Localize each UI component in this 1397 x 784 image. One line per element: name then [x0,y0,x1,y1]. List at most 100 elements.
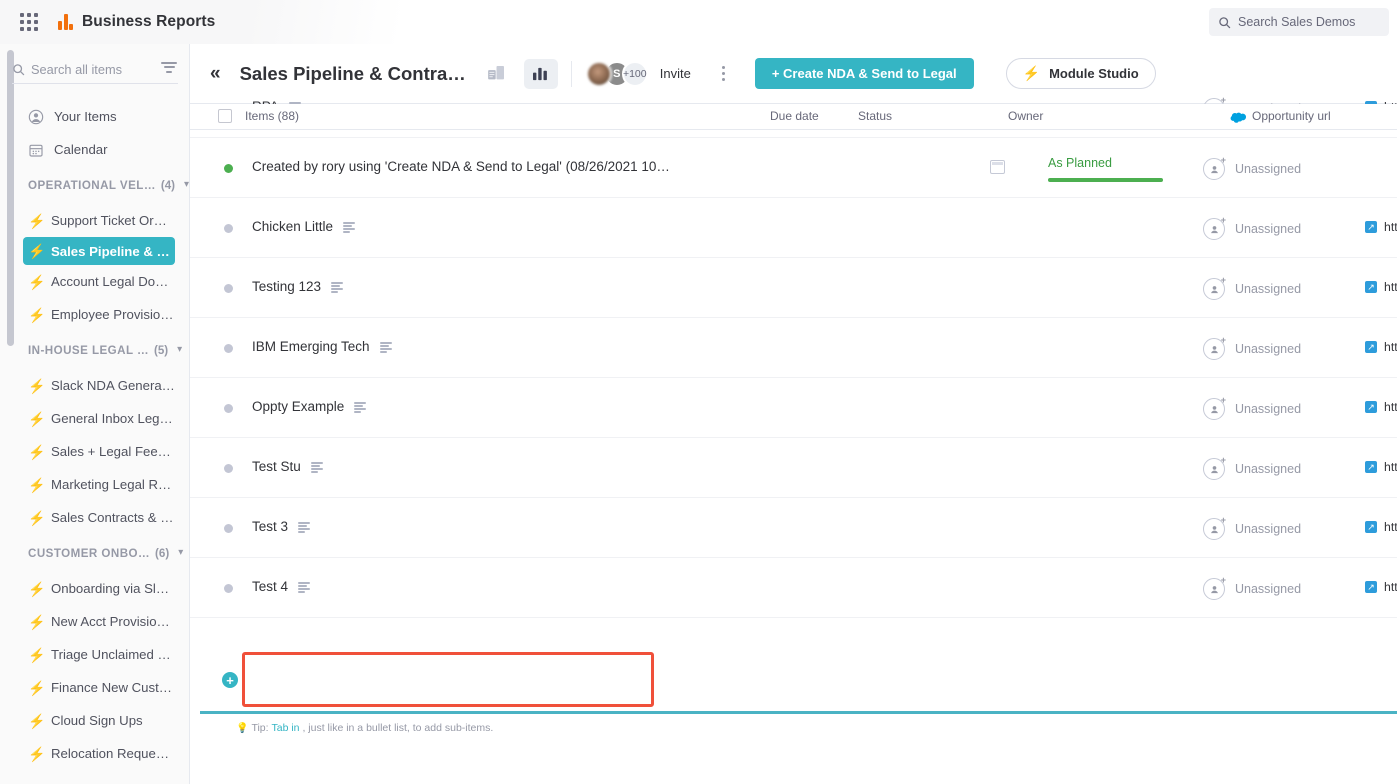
opportunity-url-text[interactable]: https://tonkeantest-dev-ed.my.salesfor… [1384,400,1397,414]
owner-cell[interactable]: + Unassigned [1203,518,1301,540]
global-search-input[interactable]: Search Sales Demos [1209,8,1389,36]
table-row[interactable]: Chicken Little +Unassigned ↗https://tonkea… [190,198,1397,258]
table-row[interactable]: Oppty Example +Unassigned ↗https://tonkean… [190,378,1397,438]
owner-cell[interactable]: +Unassigned [1203,218,1301,240]
owner-cell[interactable]: +Unassigned [1203,158,1301,180]
chevron-down-icon[interactable]: ▾ [177,345,182,355]
opportunity-url-text[interactable]: https://tonkeantest-dev-ed.my.salesfor… [1384,340,1397,354]
sidebar-item-sales-contracts[interactable]: ⚡Sales Contracts & … [0,501,190,534]
owner-cell[interactable]: + Unassigned [1203,458,1301,480]
row-item-name[interactable]: Oppty Example [252,399,344,414]
add-person-icon[interactable]: + [1203,338,1225,360]
chevron-down-icon[interactable]: ▾ [178,548,183,558]
column-header-status[interactable]: Status [858,109,892,123]
status-badge[interactable]: As Planned [1048,156,1163,182]
add-person-icon[interactable]: + [1203,218,1225,240]
add-person-icon[interactable]: + [1203,578,1225,600]
select-all-checkbox[interactable] [218,109,232,123]
sidebar-item-label: Triage Unclaimed … [51,647,171,662]
chevron-down-icon[interactable]: ▾ [184,180,189,190]
opportunity-url-cell[interactable]: ↗https://tonkeantest-dev-ed.my.salesfor… [1365,400,1397,414]
row-item-name[interactable]: Test 3 [252,519,288,534]
opportunity-url-text[interactable]: https://tonkeantest-dev-ed.my.salesfor… [1384,220,1397,234]
add-item-icon[interactable]: + [222,672,238,688]
sidebar-item-onboarding-via-sl[interactable]: ⚡Onboarding via Sl… [0,572,190,605]
opportunity-url-cell[interactable]: ↗https://tonkeantest-dev-ed.my.salesfor… [1365,520,1397,534]
sidebar-item-support-ticket-or[interactable]: ⚡Support Ticket Or… [0,204,190,237]
opportunity-url-cell[interactable]: ↗https://tonkeantest-dev-ed.my.salesfor… [1365,460,1397,474]
sidebar-item-sales-pipeline[interactable]: ⚡Sales Pipeline & … [23,237,175,265]
sidebar-item-account-legal-do[interactable]: ⚡Account Legal Do… [0,265,190,298]
description-lines-icon[interactable] [311,462,323,473]
sidebar-item-cloud-sign-ups[interactable]: ⚡Cloud Sign Ups [0,704,190,737]
description-lines-icon[interactable] [298,582,310,593]
description-lines-icon[interactable] [343,222,355,233]
add-person-icon[interactable]: + [1203,398,1225,420]
calendar-icon[interactable] [990,160,1005,174]
row-item-name[interactable]: Chicken Little [252,219,333,234]
sidebar-item-general-inbox-leg[interactable]: ⚡General Inbox Leg… [0,402,190,435]
opportunity-url-cell[interactable]: ↗https://tonkeantest-dev-ed.my.salesfor… [1365,280,1397,294]
owner-cell[interactable]: +Unassigned [1203,578,1301,600]
sidebar-item-triage-unclaimed[interactable]: ⚡Triage Unclaimed … [0,638,190,671]
sidebar-item-your-items[interactable]: Your Items [0,100,190,133]
filter-icon[interactable] [160,60,178,74]
row-item-name[interactable]: Created by rory using 'Create NDA & Send… [252,159,670,174]
table-row[interactable]: Test 4 +Unassigned ↗https://tonkeantest-de… [190,558,1397,618]
grid-apps-icon[interactable] [18,11,40,33]
add-person-icon[interactable]: + [1203,458,1225,480]
sidebar-item-finance-new-cust[interactable]: ⚡Finance New Cust… [0,671,190,704]
owner-label: Unassigned [1235,522,1301,536]
opportunity-url-text[interactable]: https://tonkeantest-dev-ed.my.salesfor… [1384,280,1397,294]
tip-tab-link[interactable]: Tab in [272,722,300,734]
description-lines-icon[interactable] [380,342,392,353]
owner-cell[interactable]: +Unassigned [1203,398,1301,420]
search-input[interactable]: Search all items [12,56,178,84]
sidebar-item-calendar[interactable]: Calendar [0,133,190,166]
sidebar-item-sales-legal-fee[interactable]: ⚡Sales + Legal Fee… [0,435,190,468]
add-person-icon[interactable]: + [1203,158,1225,180]
brand[interactable]: Business Reports [58,13,215,31]
table-row[interactable]: Test 3 + Unassigned ↗https://tonkeantest-de… [190,498,1397,558]
row-item-name[interactable]: IBM Emerging Tech [252,339,370,354]
table-row[interactable]: Testing 123 +Unassigned ↗https://tonkeante… [190,258,1397,318]
owner-cell[interactable]: +Unassigned [1203,338,1301,360]
table-row[interactable]: Test Stu + Unassigned ↗https://tonkeantest-… [190,438,1397,498]
sidebar-item-marketing-legal-r[interactable]: ⚡Marketing Legal R… [0,468,190,501]
sidebar-item-relocation-reque[interactable]: ⚡Relocation Reque… [0,737,190,770]
opportunity-url-text[interactable]: https://tonkeantest-dev-ed.my.salesfor… [1384,460,1397,474]
description-lines-icon[interactable] [331,282,343,293]
bolt-icon: ⚡ [28,714,41,728]
owner-cell[interactable]: +Unassigned [1203,278,1301,300]
column-header-items[interactable]: Items (88) [245,109,299,123]
sidebar-item-employee-provisio[interactable]: ⚡Employee Provisio… [0,298,190,331]
sidebar-group-header[interactable]: OPERATIONAL VEL…(4)▾ [0,166,190,204]
sidebar-item-new-acct-provisio[interactable]: ⚡New Acct Provisio… [0,605,190,638]
row-item-name[interactable]: Test 4 [252,579,288,594]
status-progress-bar [1048,178,1163,182]
opportunity-url-cell[interactable]: ↗https://tonkeantest-dev-ed.my.salesfor… [1365,340,1397,354]
sidebar-item-label: Slack NDA Genera… [51,378,175,393]
column-header-owner[interactable]: Owner [1008,109,1043,123]
sidebar-item-slack-nda-genera[interactable]: ⚡Slack NDA Genera… [0,369,190,402]
new-item-input[interactable] [242,652,654,707]
opportunity-url-text[interactable]: https://tonkeantest-dev-ed.my.salesfor… [1384,580,1397,594]
description-lines-icon[interactable] [354,402,366,413]
sidebar-group-header[interactable]: CUSTOMER ONBO…(6)▾ [0,534,190,572]
owner-label: Unassigned [1235,462,1301,476]
row-item-name[interactable]: Testing 123 [252,279,321,294]
opportunity-url-cell[interactable]: ↗https://tonkeantest-dev-ed.my.salesfor… [1365,220,1397,234]
row-status-dot [224,344,233,353]
add-person-icon[interactable]: + [1203,278,1225,300]
row-item-name[interactable]: Test Stu [252,459,301,474]
column-header-opportunity-url[interactable]: Opportunity url [1252,109,1331,123]
description-lines-icon[interactable] [298,522,310,533]
sidebar-group-header[interactable]: IN-HOUSE LEGAL …(5)▾ [0,331,190,369]
column-header-due-date[interactable]: Due date [770,109,819,123]
add-person-icon[interactable]: + [1203,518,1225,540]
opportunity-url-cell[interactable]: ↗https://tonkeantest-dev-ed.my.salesfor… [1365,580,1397,594]
plus-glyph: + [1221,216,1226,225]
table-row[interactable]: Created by rory using 'Create NDA & Send… [190,138,1397,198]
opportunity-url-text[interactable]: https://tonkeantest-dev-ed.my.salesfor… [1384,520,1397,534]
table-row[interactable]: IBM Emerging Tech +Unassigned ↗https://ton… [190,318,1397,378]
